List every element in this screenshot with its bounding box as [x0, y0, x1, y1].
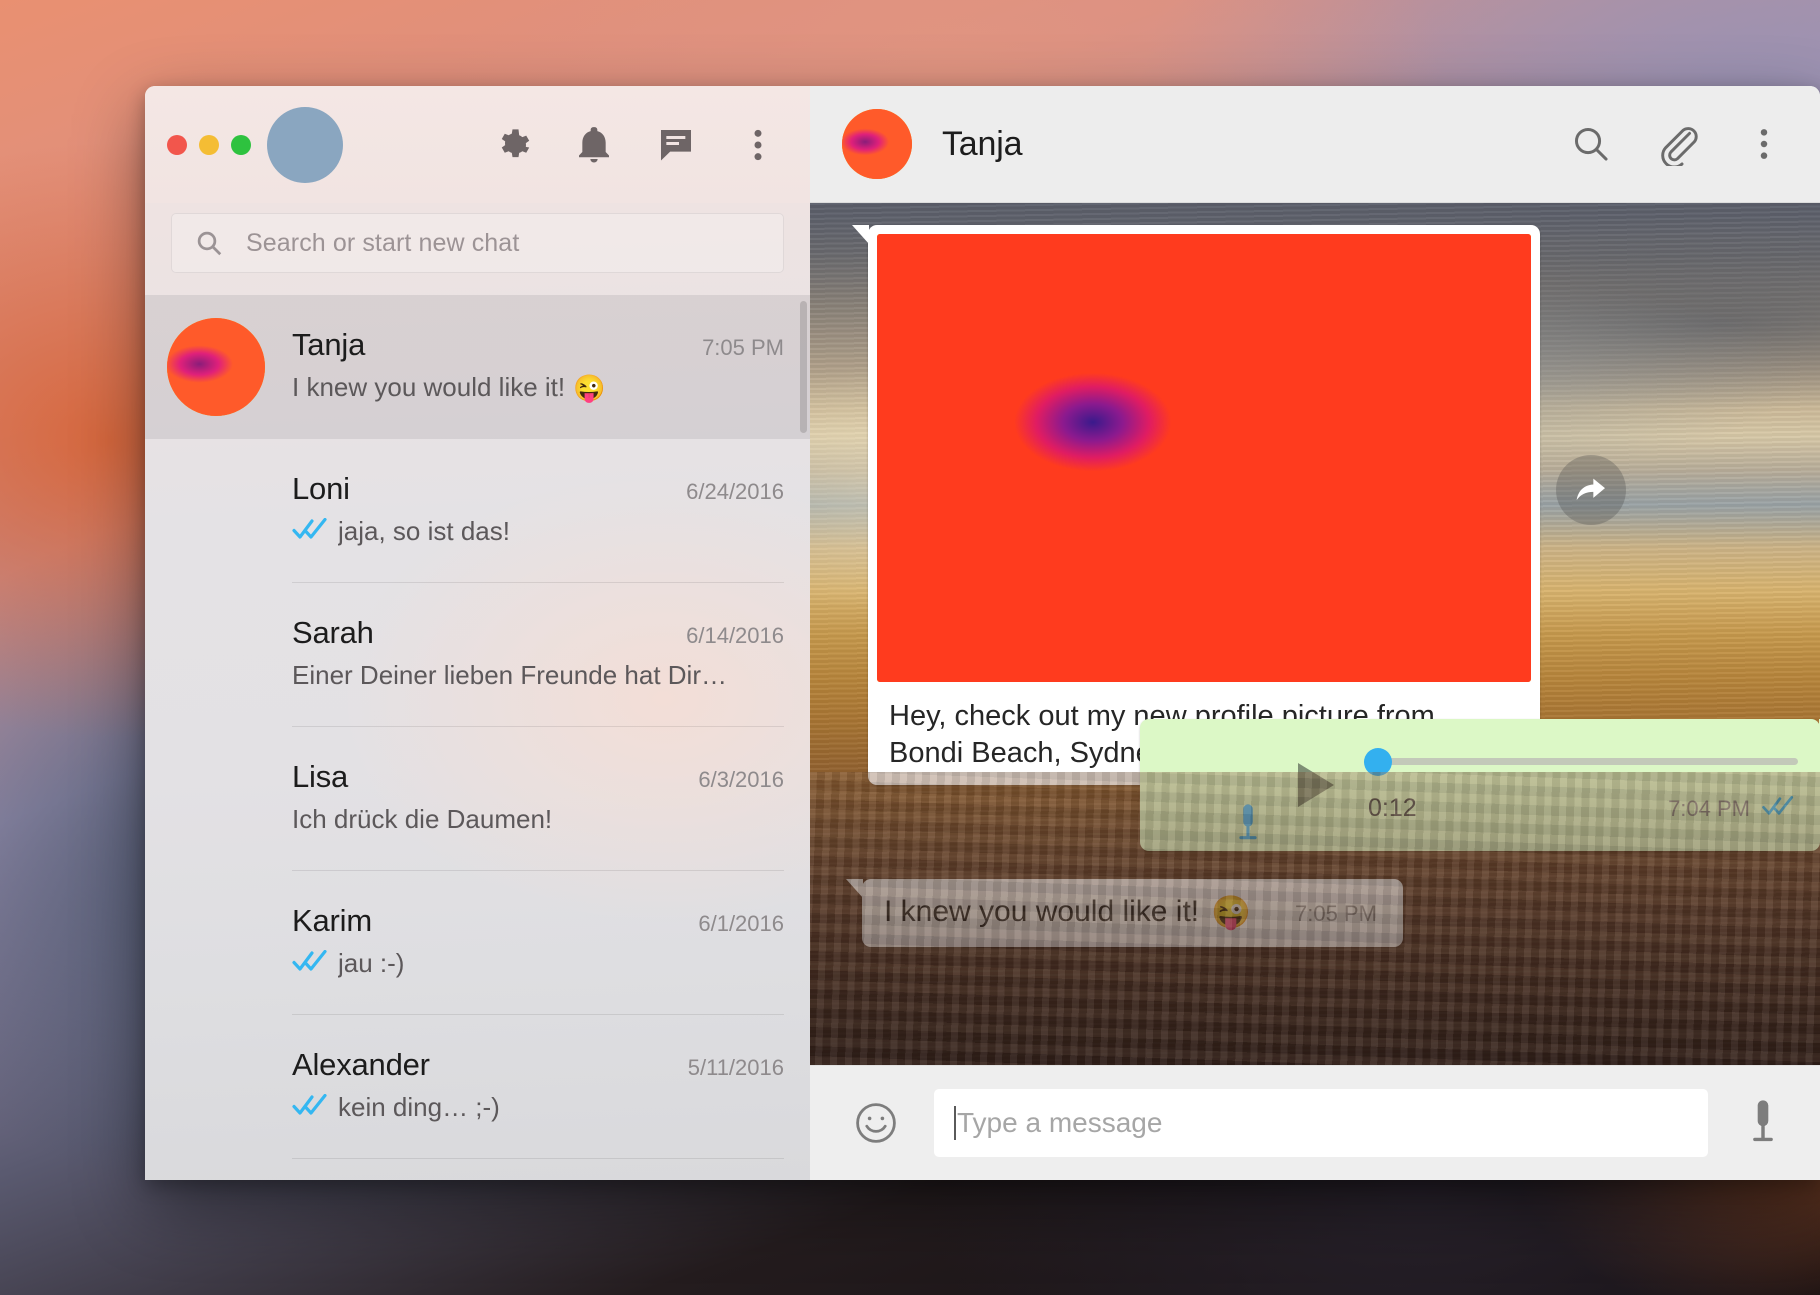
chat-preview: jaja, so ist das! — [338, 516, 510, 546]
chat-name: Loni — [292, 471, 350, 506]
chat-preview: Ich drück die Daumen! — [292, 804, 553, 834]
double-check-icon — [1760, 796, 1798, 822]
chat-timestamp: 6/1/2016 — [698, 911, 784, 936]
chat-name: Sarah — [292, 615, 374, 650]
winking-tongue-emoji: 😜 — [573, 372, 606, 403]
avatar — [167, 1038, 265, 1136]
chat-name: Lisa — [292, 759, 349, 794]
contact-avatar[interactable] — [842, 109, 912, 179]
sidebar-header — [145, 86, 810, 203]
sidebar: Search or start new chat Tanja 7:05 PM I… — [145, 86, 810, 1180]
overflow-menu-icon[interactable] — [738, 125, 778, 165]
close-window-button[interactable] — [167, 134, 187, 155]
search-icon[interactable] — [1570, 123, 1612, 165]
chat-bubble-icon[interactable] — [656, 125, 696, 165]
chat-preview: I knew you would like it! — [292, 372, 566, 402]
chat-preview: Einer Deiner lieben Freunde hat Dir… — [292, 660, 727, 690]
message-input[interactable]: Type a message — [934, 1089, 1708, 1157]
chat-list-item-karim[interactable]: Karim 6/1/2016 jau :-) — [145, 871, 810, 1015]
chat-list-item-sarah[interactable]: Sarah 6/14/2016 Einer Deiner lieben Freu… — [145, 583, 810, 727]
photo-content — [877, 234, 1531, 682]
chat-name: Karim — [292, 903, 372, 938]
sidebar-toolbar — [492, 125, 784, 165]
window-traffic-lights — [167, 134, 251, 155]
search-input[interactable]: Search or start new chat — [171, 213, 784, 273]
forward-arrow-icon[interactable] — [1556, 455, 1626, 525]
double-check-icon — [292, 1093, 330, 1121]
chat-name: Alexander — [292, 1047, 430, 1082]
voice-progress-knob[interactable] — [1364, 748, 1392, 776]
chat-header-actions — [1570, 122, 1784, 166]
chat-timestamp: 5/11/2016 — [687, 1055, 784, 1080]
smiley-icon[interactable] — [852, 1099, 900, 1147]
voice-meta: 7:04 PM — [1668, 796, 1798, 822]
chat-list-item-tanja[interactable]: Tanja 7:05 PM I knew you would like it! … — [145, 295, 810, 439]
chat-header: Tanja — [810, 86, 1820, 203]
search-icon — [194, 228, 224, 258]
text-caret — [954, 1106, 956, 1140]
chat-timestamp: 6/24/2016 — [686, 479, 784, 504]
chat-timestamp: 7:05 PM — [702, 335, 784, 360]
bell-icon[interactable] — [574, 125, 614, 165]
overflow-menu-icon[interactable] — [1744, 124, 1784, 164]
chat-pane: Tanja Hey, check out my new profile pict… — [810, 86, 1820, 1180]
whatsapp-window: Search or start new chat Tanja 7:05 PM I… — [145, 86, 1820, 1180]
double-check-icon — [292, 517, 330, 545]
message-list: Hey, check out my new profile picture fr… — [810, 203, 1820, 1065]
chat-list-item-lisa[interactable]: Lisa 6/3/2016 Ich drück die Daumen! — [145, 727, 810, 871]
avatar — [167, 750, 265, 848]
search-bar-container: Search or start new chat — [145, 203, 810, 295]
message-timestamp: 7:04 PM — [1668, 796, 1750, 821]
chat-preview: jau :-) — [338, 948, 405, 978]
voice-sender-avatar — [1160, 736, 1258, 834]
double-check-icon — [292, 949, 330, 977]
chat-list-item-alexander[interactable]: Alexander 5/11/2016 kein ding… ;-) — [145, 1015, 810, 1159]
winking-tongue-emoji: 😜 — [1211, 894, 1251, 930]
avatar-image — [267, 107, 343, 183]
message-text: I knew you would like it! — [884, 895, 1200, 928]
chat-wallpaper: Hey, check out my new profile picture fr… — [810, 203, 1820, 1065]
chat-preview: kein ding… ;-) — [338, 1092, 500, 1122]
chat-list-item-loni[interactable]: Loni 6/24/2016 jaja, so ist das! — [145, 439, 810, 583]
chat-timestamp: 6/3/2016 — [698, 767, 784, 792]
zoom-window-button[interactable] — [231, 134, 251, 155]
voice-progress-area[interactable]: 0:12 7:04 PM — [1364, 736, 1798, 834]
avatar — [167, 318, 265, 416]
chat-timestamp: 6/14/2016 — [686, 623, 784, 648]
microphone-icon[interactable] — [1742, 1098, 1784, 1148]
search-placeholder: Search or start new chat — [246, 228, 520, 257]
bubble-tail — [852, 225, 869, 244]
message-text-incoming[interactable]: I knew you would like it! 😜 7:05 PM — [846, 879, 1403, 947]
minimize-window-button[interactable] — [199, 134, 219, 155]
voice-progress-track[interactable] — [1364, 758, 1798, 765]
message-photo-incoming[interactable]: Hey, check out my new profile picture fr… — [852, 225, 1540, 786]
my-profile-avatar[interactable] — [267, 106, 343, 183]
gear-icon[interactable] — [492, 125, 532, 165]
microphone-icon — [1232, 803, 1264, 845]
message-photo-image[interactable] — [877, 234, 1531, 682]
voice-duration: 0:12 — [1368, 794, 1417, 822]
paperclip-icon[interactable] — [1656, 122, 1700, 166]
chat-name: Tanja — [292, 327, 366, 362]
message-timestamp: 7:05 PM — [1295, 901, 1377, 926]
chat-list[interactable]: Tanja 7:05 PM I knew you would like it! … — [145, 295, 810, 1180]
contact-name: Tanja — [942, 124, 1023, 163]
play-icon[interactable] — [1298, 763, 1334, 807]
message-voice-outgoing[interactable]: 0:12 7:04 PM — [1140, 719, 1820, 851]
avatar — [167, 462, 265, 560]
message-input-placeholder: Type a message — [957, 1107, 1163, 1138]
avatar — [167, 606, 265, 704]
avatar — [167, 894, 265, 992]
bubble-tail — [846, 879, 863, 898]
message-composer: Type a message — [810, 1065, 1820, 1180]
